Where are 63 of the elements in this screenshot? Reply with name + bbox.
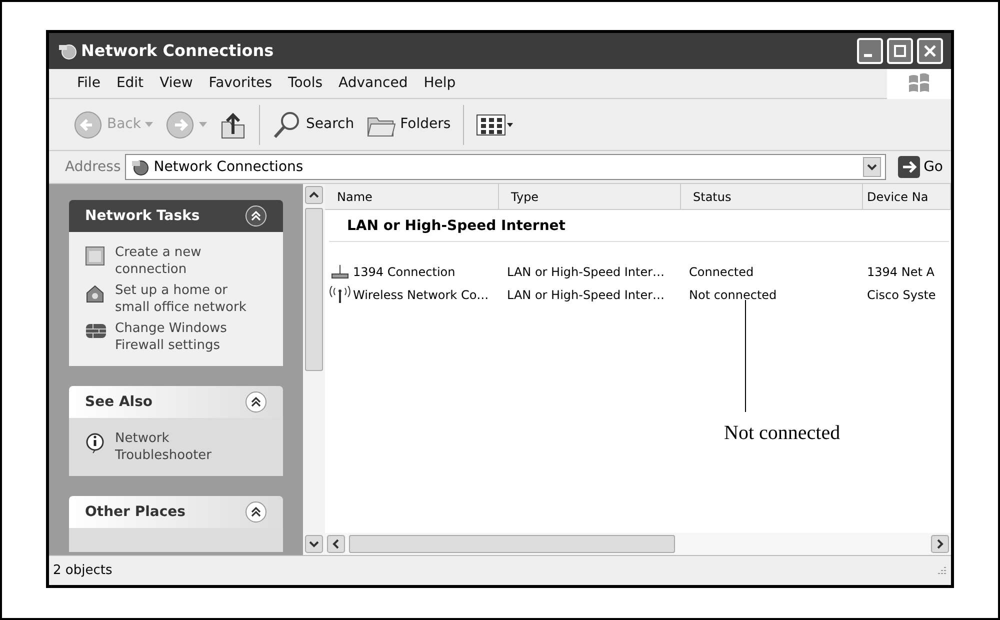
search-button[interactable]: Search (272, 110, 354, 140)
column-header[interactable]: Status (681, 184, 863, 209)
info-icon (85, 432, 105, 454)
table-cell-text: Connected (688, 264, 755, 280)
search-icon (272, 110, 302, 140)
panel-header: Network Tasks (69, 200, 283, 232)
table-cell-text: 1394 Net A (866, 264, 936, 280)
flag-logo-icon (907, 72, 931, 94)
menu-item[interactable]: View (152, 73, 201, 94)
scroll-right-icon[interactable] (931, 535, 949, 553)
menu-item[interactable]: Edit (108, 73, 152, 94)
maximize-button[interactable] (887, 38, 913, 64)
dropdown-caret-icon (145, 122, 153, 127)
antenna-icon (329, 286, 351, 304)
menu-item[interactable]: Advanced (330, 73, 416, 94)
scroll-up-icon[interactable] (305, 186, 323, 204)
scroll-thumb[interactable] (305, 208, 323, 370)
go-button[interactable]: Go (898, 156, 943, 178)
collapse-chevron-icon[interactable] (245, 391, 267, 413)
dropdown-caret-icon (199, 122, 207, 127)
window-icon (85, 246, 105, 266)
column-header[interactable]: Device Na (863, 184, 951, 209)
collapse-chevron-icon[interactable] (245, 501, 267, 523)
task-link[interactable]: Network Troubleshooter (115, 430, 265, 464)
column-header[interactable]: Name (325, 184, 499, 209)
panel-header: See Also (69, 386, 283, 418)
panel-header: Other Places (69, 496, 283, 528)
folders-button[interactable]: Folders (366, 112, 451, 138)
minimize-icon (864, 54, 872, 56)
scroll-down-icon[interactable] (305, 535, 323, 553)
task-link[interactable]: Set up a home or small office network (115, 282, 265, 316)
views-button[interactable] (476, 112, 514, 136)
menu-item[interactable]: Favorites (200, 73, 280, 94)
resize-grip-icon[interactable] (935, 564, 947, 576)
close-icon (923, 44, 937, 58)
address-field[interactable]: Network Connections (124, 154, 886, 180)
scroll-left-icon[interactable] (327, 535, 345, 553)
menu-item[interactable]: Tools (280, 73, 331, 94)
connection-name[interactable]: 1394 Connection (353, 262, 456, 280)
task-link[interactable]: Create a new connection (115, 244, 265, 278)
table-cell-text: LAN or High-Speed Inter… (506, 264, 666, 280)
maximize-icon (893, 44, 907, 58)
menu-item[interactable]: File (69, 73, 108, 94)
network-cable-icon (329, 264, 351, 280)
brick-wall-icon (85, 322, 107, 340)
connection-name[interactable]: Wireless Network Co… (353, 286, 489, 304)
table-cell-text: Cisco Syste (866, 286, 937, 304)
task-link[interactable]: Change Windows Firewall settings (115, 320, 265, 354)
scroll-thumb[interactable] (349, 535, 675, 553)
house-icon (85, 284, 105, 304)
address-label: Address (65, 158, 121, 176)
close-button[interactable] (917, 38, 943, 64)
column-header[interactable]: Type (499, 184, 681, 209)
table-cell-text: LAN or High-Speed Inter… (506, 286, 666, 304)
status-text: 2 objects (53, 562, 114, 580)
collapse-chevron-icon[interactable] (245, 205, 267, 227)
views-icon (476, 112, 514, 136)
menu-item[interactable]: Help (416, 73, 464, 94)
table-cell-text: Not connected (688, 286, 778, 304)
window-title: Network Connections (81, 40, 275, 62)
group-heading: LAN or High-Speed Internet (329, 210, 949, 242)
minimize-button[interactable] (857, 38, 883, 64)
callout-label: Not connected (724, 421, 840, 446)
